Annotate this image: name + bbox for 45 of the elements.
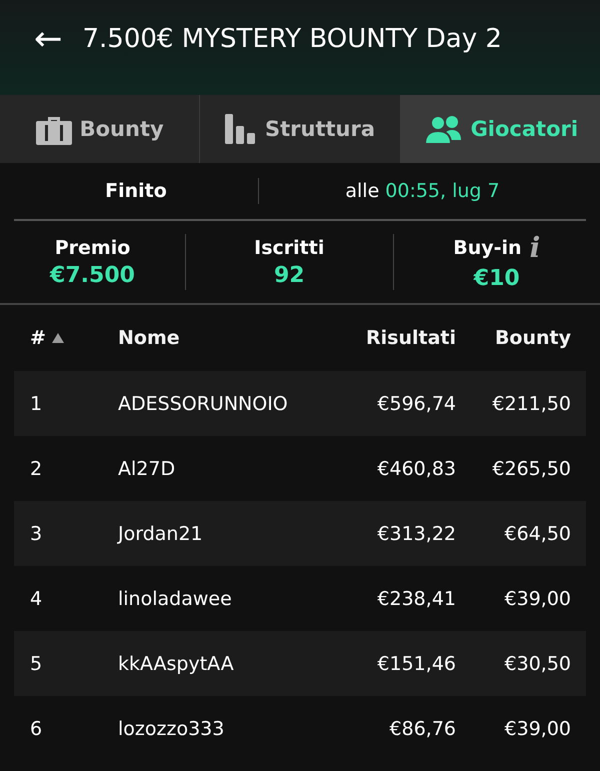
table-cell: ADESSORUNNOIO xyxy=(118,392,288,414)
tab[interactable]: Struttura xyxy=(200,95,401,163)
table-cell: Al27D xyxy=(118,458,176,480)
table-cell: €460,83 xyxy=(377,458,456,480)
table-cell: 1 xyxy=(30,392,42,414)
table-cell: €313,22 xyxy=(377,522,456,544)
column-header[interactable]: Risultati xyxy=(366,327,456,349)
table-cell: €596,74 xyxy=(377,392,456,414)
table-cell: €64,50 xyxy=(504,522,571,544)
tab[interactable]: Bounty xyxy=(0,95,200,163)
table-cell: 2 xyxy=(30,458,42,480)
stat-label: Buy-in xyxy=(453,236,522,258)
table-cell: €30,50 xyxy=(504,652,571,674)
table-cell: €238,41 xyxy=(377,588,456,610)
table-cell: €39,00 xyxy=(504,588,571,610)
stat-value: €7.500 xyxy=(50,262,135,288)
table-cell: 3 xyxy=(30,522,42,544)
table-cell: 6 xyxy=(30,718,42,740)
table-cell: Jordan21 xyxy=(118,522,203,544)
page-title: 7.500€ MYSTERY BOUNTY Day 2 xyxy=(82,24,502,54)
table-cell: €39,00 xyxy=(504,718,571,740)
table-cell: 5 xyxy=(30,652,42,674)
table-cell: kkAAspytAA xyxy=(118,652,234,674)
column-header[interactable]: Nome xyxy=(118,327,180,349)
stat-value: €10 xyxy=(474,266,520,290)
table-cell: €151,46 xyxy=(377,652,456,674)
back-button[interactable]: ← xyxy=(34,22,62,56)
info-icon[interactable]: i xyxy=(530,234,540,262)
sort-ascending-icon xyxy=(52,333,64,343)
table-cell: €211,50 xyxy=(492,392,571,414)
stat-label: Premio xyxy=(54,236,130,258)
status-text: Finito xyxy=(105,180,167,202)
stat-label: Iscritti xyxy=(254,236,324,258)
table-cell: €86,76 xyxy=(390,718,456,740)
stat-value: 92 xyxy=(274,262,305,288)
tab[interactable]: Giocatori xyxy=(400,95,600,163)
time-prefix: alle xyxy=(345,180,380,202)
end-time: 00:55, lug 7 xyxy=(385,180,500,202)
column-header[interactable]: Bounty xyxy=(494,327,571,349)
table-cell: lozozzo333 xyxy=(118,718,224,740)
table-cell: 4 xyxy=(30,588,42,610)
table-cell: €265,50 xyxy=(492,458,571,480)
column-header[interactable]: # xyxy=(30,327,46,349)
bar-chart-icon xyxy=(224,114,257,144)
table-cell: linoladawee xyxy=(118,588,232,610)
